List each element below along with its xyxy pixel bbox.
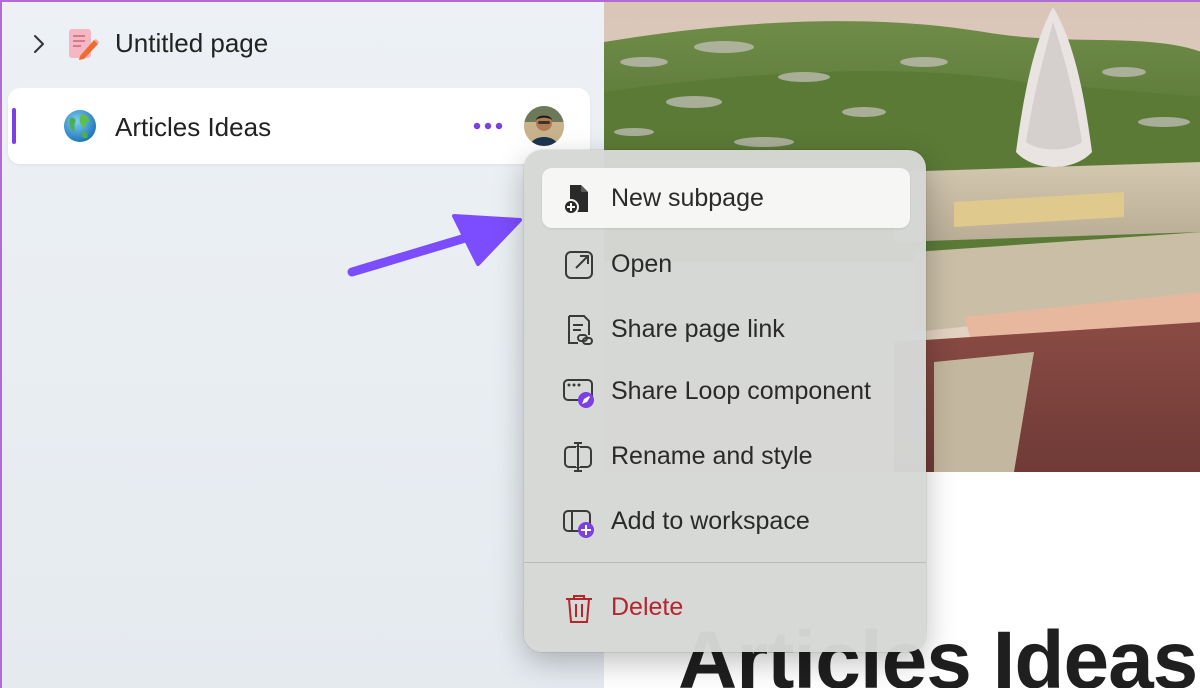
menu-item-label: Delete	[611, 593, 684, 621]
new-subpage-icon	[563, 185, 588, 215]
menu-item-label: Share page link	[611, 315, 785, 343]
menu-item-new-subpage[interactable]: New subpage	[542, 168, 910, 228]
sidebar-item-label: Untitled page	[115, 28, 269, 58]
rename-icon	[564, 442, 592, 472]
page-edit-icon	[69, 29, 99, 60]
menu-divider	[524, 562, 926, 563]
menu-item-share-loop-component[interactable]: Share Loop component	[542, 361, 910, 421]
menu-item-delete[interactable]: Delete	[542, 577, 910, 637]
loop-component-icon	[563, 379, 594, 408]
open-external-icon	[565, 251, 593, 279]
context-menu: New subpage Open Share page link Share L…	[524, 150, 926, 652]
menu-item-label: Share Loop component	[611, 377, 871, 405]
menu-item-label: New subpage	[611, 184, 764, 212]
menu-item-rename-and-style[interactable]: Rename and style	[542, 426, 910, 486]
menu-item-label: Rename and style	[611, 442, 813, 470]
sidebar-item-label: Articles Ideas	[115, 112, 272, 142]
globe-icon	[64, 110, 96, 142]
avatar-image	[524, 106, 564, 146]
sidebar-item-articles-ideas[interactable]: Articles Ideas	[8, 88, 590, 164]
menu-item-share-page-link[interactable]: Share page link	[542, 299, 910, 359]
sidebar: Untitled page Articles Ideas	[2, 2, 604, 688]
menu-item-label: Add to workspace	[611, 507, 810, 535]
add-workspace-icon	[563, 510, 594, 538]
chevron-right-icon[interactable]	[30, 34, 48, 54]
menu-item-open[interactable]: Open	[542, 234, 910, 294]
avatar[interactable]	[524, 106, 564, 146]
menu-item-label: Open	[611, 250, 673, 278]
annotation-arrow-icon	[347, 214, 522, 277]
share-link-icon	[568, 315, 593, 345]
selection-indicator	[12, 108, 16, 144]
more-options-button[interactable]	[470, 112, 506, 140]
sidebar-item-untitled-page[interactable]: Untitled page	[2, 16, 604, 72]
ellipsis-icon	[473, 122, 503, 130]
trash-icon	[566, 595, 592, 623]
menu-item-add-to-workspace[interactable]: Add to workspace	[542, 491, 910, 551]
